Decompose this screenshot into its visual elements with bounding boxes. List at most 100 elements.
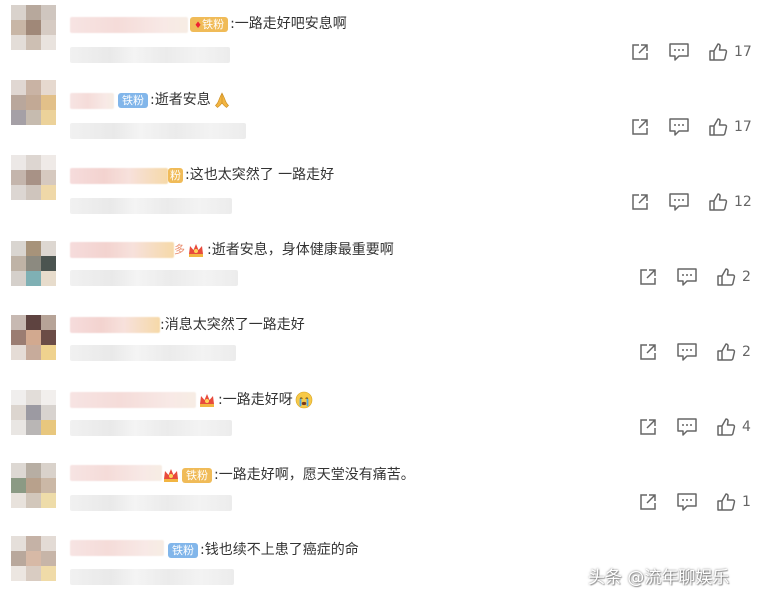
thumbs-up-icon [709,118,728,136]
thumbs-up-icon [717,343,736,361]
meta-blurred [70,345,236,361]
fan-badge: 粉 [168,167,183,183]
meta-blurred [70,47,230,63]
comment-icon [677,418,697,436]
avatar[interactable] [11,315,56,360]
comment-button[interactable] [668,42,690,62]
username-blurred[interactable] [70,93,114,109]
meta-blurred [70,270,238,286]
avatar[interactable] [11,463,56,508]
share-button[interactable] [630,117,650,137]
username-blurred[interactable] [70,465,162,481]
comment-item: 多 :逝者安息，身体健康最重要啊 2 [0,225,761,300]
name-suffix: 多 [174,243,185,256]
like-count: 12 [734,194,752,210]
watermark: 头条 @流年聊娱乐 [588,568,730,588]
like-button[interactable]: 17 [708,117,752,137]
crown-icon [162,467,180,483]
comment-button[interactable] [668,117,690,137]
share-icon [632,119,648,135]
comment-item: :消息太突然了一路走好 2 [0,300,761,375]
share-icon [640,494,656,510]
share-button[interactable] [638,492,658,512]
comment-button[interactable] [668,192,690,212]
meta-blurred [70,123,246,139]
avatar[interactable] [11,390,56,435]
avatar[interactable] [11,155,56,200]
share-icon [632,194,648,210]
like-count: 1 [742,494,751,510]
share-button[interactable] [630,42,650,62]
like-button[interactable]: 1 [716,492,751,512]
comment-button[interactable] [676,417,698,437]
comment-line: 铁粉 :一路走好啊，愿天堂没有痛苦。 [162,465,415,485]
thumbs-up-icon [717,493,736,511]
comment-line: 铁粉 :逝者安息 [118,90,231,110]
comment-text: :这也太突然了 一路走好 [185,167,335,183]
username-blurred[interactable] [70,17,188,33]
like-count: 17 [734,44,752,60]
fan-badge: 铁粉 [118,92,148,108]
like-count: 2 [742,344,751,360]
comment-icon [677,268,697,286]
share-button[interactable] [638,267,658,287]
share-button[interactable] [638,417,658,437]
comment-item: 铁粉 :逝者安息 17 [0,75,761,150]
like-button[interactable]: 12 [708,192,752,212]
fan-badge: ♦铁粉 [190,16,229,32]
comment-icon [669,193,689,211]
comment-line: ♦铁粉 :一路走好吧安息啊 [190,14,347,34]
comment-item: 粉 :这也太突然了 一路走好 12 [0,150,761,225]
meta-blurred [70,198,232,214]
like-count: 4 [742,419,751,435]
avatar[interactable] [11,5,56,50]
comment-icon [669,118,689,136]
share-button[interactable] [630,192,650,212]
username-blurred[interactable] [70,317,160,333]
avatar[interactable] [11,80,56,125]
share-icon [640,419,656,435]
like-button[interactable]: 17 [708,42,752,62]
crying-emoji [295,391,313,409]
comment-line: 铁粉 :钱也续不上患了癌症的命 [168,540,359,560]
comment-text: :钱也续不上患了癌症的命 [200,542,359,558]
comment-button[interactable] [676,492,698,512]
meta-blurred [70,420,232,436]
like-count: 17 [734,119,752,135]
username-blurred[interactable] [70,242,174,258]
comment-text: :一路走好呀 [218,392,293,408]
comment-button[interactable] [676,267,698,287]
thumbs-up-icon [709,43,728,61]
username-blurred[interactable] [70,540,164,556]
share-icon [640,344,656,360]
comment-icon [677,493,697,511]
like-count: 2 [742,269,751,285]
comment-line: :消息太突然了一路走好 [160,315,305,335]
thumbs-up-icon [709,193,728,211]
avatar[interactable] [11,536,56,581]
comment-item: 铁粉 :一路走好啊，愿天堂没有痛苦。 1 [0,450,761,525]
like-button[interactable]: 4 [716,417,751,437]
comment-icon [677,343,697,361]
thumbs-up-icon [717,268,736,286]
comment-item: ♦铁粉 :一路走好吧安息啊 17 [0,0,761,75]
fan-badge: 铁粉 [182,467,212,483]
like-button[interactable]: 2 [716,267,751,287]
like-button[interactable]: 2 [716,342,751,362]
username-blurred[interactable] [70,168,168,184]
share-icon [632,44,648,60]
pray-emoji [214,92,229,108]
crown-icon [198,392,216,408]
crown-icon [187,242,205,258]
comment-icon [669,43,689,61]
comment-text: :消息太突然了一路走好 [160,317,305,333]
comment-text: :一路走好啊，愿天堂没有痛苦。 [214,467,415,483]
comment-text: :逝者安息，身体健康最重要啊 [207,242,394,258]
username-blurred[interactable] [70,392,196,408]
bottom-fade [0,591,761,601]
share-button[interactable] [638,342,658,362]
comment-item: :一路走好呀 4 [0,375,761,450]
comment-button[interactable] [676,342,698,362]
comment-text: :一路走好吧安息啊 [230,16,347,32]
avatar[interactable] [11,241,56,286]
